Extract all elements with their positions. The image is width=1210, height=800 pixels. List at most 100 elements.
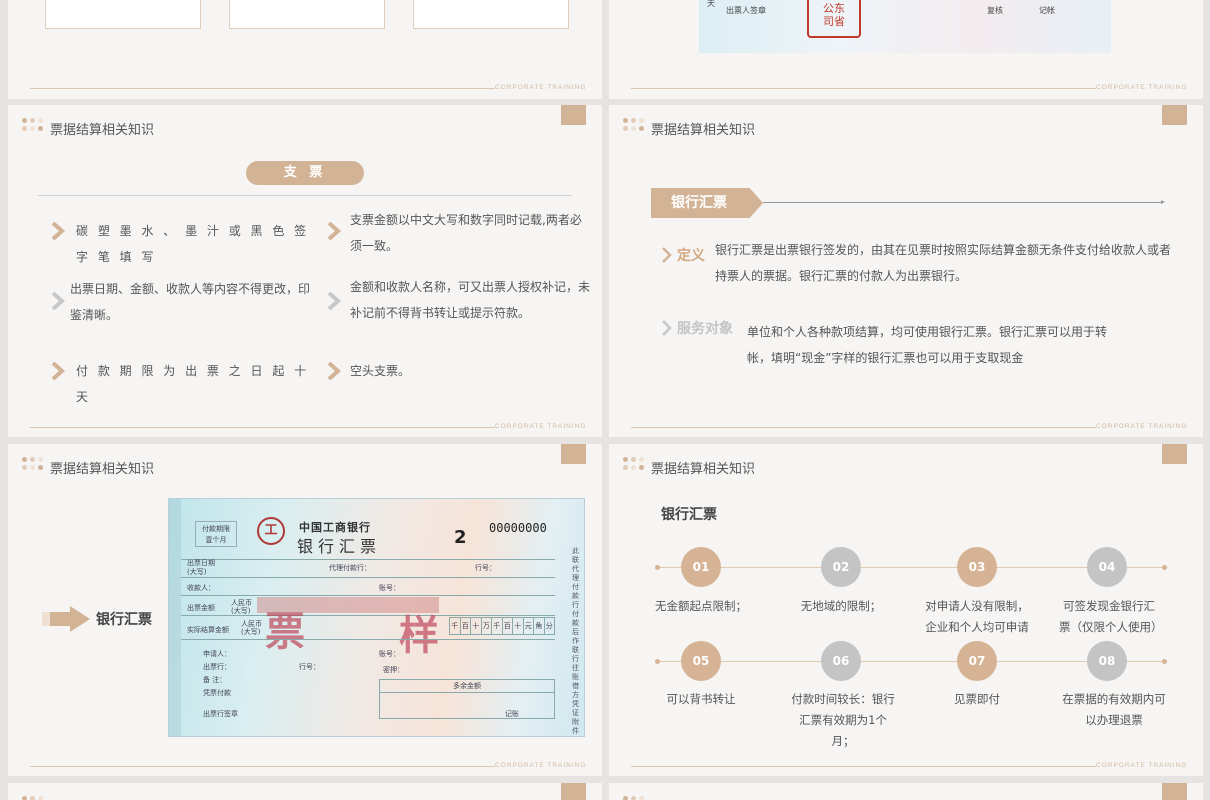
watermark-char-2: 样 [399, 613, 439, 659]
dots-icon [22, 796, 44, 800]
check-header-pill: 支 票 [246, 161, 364, 185]
label-bookkeep: 记帐 [1039, 6, 1055, 15]
feature-text-7: 见票即付 [954, 692, 1000, 706]
slide-top-left[interactable]: CORPORATE TRAINING [8, 0, 602, 99]
footer-line [631, 427, 1096, 428]
timeline-dot-start [655, 659, 660, 664]
dots-icon [623, 118, 645, 136]
left-item-3: 付 款 期 限 为 出 票 之 日 起 十 天 [76, 364, 310, 404]
corner-block [561, 783, 586, 800]
dots-icon [623, 457, 645, 475]
banner-line-arrowhead [1161, 200, 1165, 204]
feature-num-4: 04 [1087, 547, 1127, 587]
footer-text: CORPORATE TRAINING [1096, 84, 1188, 91]
corner-block [1162, 783, 1187, 800]
feature-text-2: 无地域的限制； [800, 599, 882, 613]
definition-text: 银行汇票是出票银行签发的，由其在见票时按照实际结算金额无条件支付给收款人或者持票… [715, 243, 1172, 283]
label-drawer-sign: 出票人签章 [726, 6, 766, 15]
definition-label: 定义 [677, 248, 705, 264]
slide-top-right[interactable]: 天 出票人签章 公东 司省 复核 记帐 CORPORATE TRAINING [609, 0, 1203, 99]
side-text: 此联代理付款行付款后作联行往账借方凭证附件 [572, 547, 579, 735]
box-3 [413, 0, 569, 29]
serial-number: 00000000 [489, 521, 547, 535]
amount-grid: 千 百 十 万 千 百 十 元 角 分 [449, 617, 555, 635]
corner-block [1162, 105, 1187, 125]
slide-draft-definition[interactable]: 票据结算相关知识 银行汇票 定义 银行汇票是出票银行签发的，由其在见票时按照实际… [609, 105, 1203, 437]
doc-title: 银行汇票 [297, 537, 382, 556]
chevron-right-icon [327, 222, 342, 240]
label-account-2: 账号： [379, 650, 400, 658]
footer-line [30, 427, 495, 428]
feature-text-4: 可签发现金银行汇票（仅限个人使用） [1059, 599, 1163, 634]
header-divider [38, 195, 572, 196]
box-term: 付款期限 壹个月 [195, 521, 237, 547]
feature-text-6: 付款时间较长：银行汇票有效期为1个月； [791, 692, 895, 748]
chevron-right-icon [662, 247, 672, 263]
label-bookkeeping: 记账 [505, 710, 519, 718]
label-remarks: 备 注： [203, 676, 227, 684]
label-issue-date: 出票日期 (大写) [187, 559, 215, 576]
bank-logo-icon: 工 [257, 517, 285, 545]
footer-text: CORPORATE TRAINING [1096, 762, 1188, 769]
feature-num-3: 03 [957, 547, 997, 587]
label-secret-code: 密押： [383, 666, 404, 674]
slide-bottom-right[interactable] [609, 783, 1203, 800]
features-heading: 银行汇票 [661, 507, 717, 523]
footer-line [30, 766, 495, 767]
chevron-right-icon [51, 222, 66, 240]
dots-icon [623, 796, 645, 800]
label-review: 复核 [987, 6, 1003, 15]
form-line [181, 615, 555, 616]
slide-title: 票据结算相关知识 [651, 123, 756, 138]
footer-text: CORPORATE TRAINING [495, 84, 587, 91]
watermark-char-1: 票 [265, 609, 305, 655]
feature-text-8: 在票据的有效期内可以办理退票 [1062, 692, 1166, 727]
scope-text: 单位和个人各种款项结算，均可使用银行汇票。银行汇票可以用于转帐，填明“现金”字样… [747, 325, 1108, 365]
slide-draft-image[interactable]: 票据结算相关知识 银行汇票 此联代理付款行付款后作联行往账借方凭证附件 付款期限… [8, 444, 602, 776]
feature-text-3: 对申请人没有限制，企业和个人均可申请 [925, 599, 1029, 634]
label-applicant: 申请人： [203, 650, 231, 658]
feature-num-2: 02 [821, 547, 861, 587]
stamp-line-1: 公东 [823, 2, 845, 15]
timeline-dot-end [1162, 659, 1167, 664]
label-agent-bank: 代理付款行： [329, 564, 371, 572]
label-issue-amount: 出票金额 [187, 604, 215, 612]
right-item-1: 支票金额以中文大写和数字同时记载,两者必须一致。 [350, 213, 582, 253]
feature-num-8: 08 [1087, 641, 1127, 681]
chevron-right-icon [51, 362, 66, 380]
timeline-dot-end [1162, 565, 1167, 570]
feature-text-5: 可以背书转让 [666, 692, 736, 706]
chevron-right-icon [327, 362, 342, 380]
label-pay-on-sight: 凭票付款 [203, 689, 231, 697]
corner-block [561, 105, 586, 125]
slide-check[interactable]: 票据结算相关知识 支 票 碳 塑 墨 水 、 墨 汁 或 黑 色 签 字 笔 填… [8, 105, 602, 437]
right-item-2: 金额和收款人名称，可又出票人授权补记，未补记前不得背书转让或提示符款。 [350, 280, 591, 320]
chevron-right-icon [662, 320, 672, 336]
label-issuing-bank: 出票行： [203, 663, 231, 671]
surplus-box: 多余金额 [379, 679, 555, 719]
slide-bottom-left[interactable] [8, 783, 602, 800]
footer-text: CORPORATE TRAINING [495, 762, 587, 769]
arrow-label: 银行汇票 [96, 612, 152, 628]
left-item-1: 碳 塑 墨 水 、 墨 汁 或 黑 色 签 字 笔 填 写 [76, 224, 310, 264]
footer-text: CORPORATE TRAINING [1096, 423, 1188, 430]
edge-char: 天 [707, 0, 715, 8]
label-account-1: 账号： [379, 584, 400, 592]
label-bank-no-2: 行号： [299, 663, 320, 671]
side-strip [169, 499, 181, 736]
label-payee: 收款人： [187, 584, 215, 592]
label-issuer-seal: 出票行签章 [203, 710, 238, 718]
scope-label: 服务对象 [677, 321, 733, 337]
box-2 [229, 0, 385, 29]
footer-line [30, 88, 495, 89]
arrow-right-icon [42, 606, 90, 632]
corner-block [1162, 444, 1187, 464]
label-rmb-2: 人民币 (大写) [241, 620, 262, 636]
dots-icon [22, 457, 44, 475]
slide-title: 票据结算相关知识 [50, 462, 155, 477]
slide-draft-features[interactable]: 票据结算相关知识 银行汇票 01 02 03 04 无金额起点限制； 无地域的限… [609, 444, 1203, 776]
feature-num-1: 01 [681, 547, 721, 587]
slide-title: 票据结算相关知识 [50, 123, 155, 138]
chevron-right-icon [51, 292, 66, 310]
stamp-line-2: 司省 [823, 15, 845, 28]
